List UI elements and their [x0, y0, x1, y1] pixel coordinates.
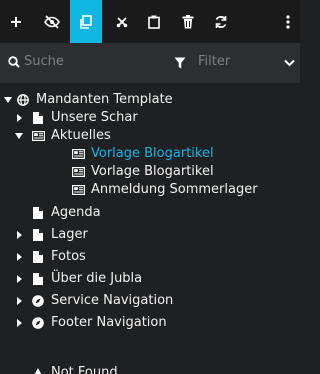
delete-icon — [182, 14, 194, 28]
tree-label: Agenda — [51, 205, 101, 220]
copy-button[interactable] — [70, 0, 102, 43]
hide-button[interactable] — [36, 0, 68, 43]
search-field[interactable]: Suche — [0, 43, 160, 83]
search-placeholder: Suche — [24, 54, 64, 69]
filter-icon — [174, 57, 186, 69]
delete-button[interactable] — [172, 0, 204, 43]
refresh-icon — [215, 15, 227, 28]
more-button[interactable] — [276, 0, 300, 43]
tree-item-agenda[interactable]: Agenda — [0, 202, 300, 224]
page-tree: Mandanten Template Unsere Schar Aktuelle… — [0, 83, 300, 374]
tree-label: Not Found — [51, 365, 118, 374]
more-icon — [286, 14, 290, 29]
tree-item-fotos[interactable]: Fotos — [0, 246, 300, 268]
page-icon — [31, 224, 45, 246]
tree-item-ueber-die-jubla[interactable]: Über die Jubla — [0, 268, 300, 290]
tree-item-footer-navigation[interactable]: Footer Navigation — [0, 312, 300, 334]
tree-label: Service Navigation — [51, 293, 174, 308]
paste-icon — [148, 15, 160, 29]
news-icon — [71, 179, 85, 201]
cut-icon — [116, 16, 128, 27]
add-button[interactable] — [0, 0, 32, 43]
warning-icon — [31, 362, 45, 374]
hide-icon — [44, 14, 60, 29]
copy-icon — [80, 14, 92, 29]
add-icon — [11, 16, 21, 27]
page-icon — [31, 246, 45, 268]
chevron-right-icon[interactable] — [14, 312, 24, 334]
chevron-right-icon[interactable] — [14, 246, 24, 268]
tree-item-lager[interactable]: Lager — [0, 224, 300, 246]
tree-label: Lager — [51, 227, 88, 242]
paste-button[interactable] — [138, 0, 170, 43]
filter-dropdown[interactable]: Filter — [160, 43, 300, 83]
chevron-right-icon[interactable] — [14, 224, 24, 246]
chevron-right-icon[interactable] — [14, 290, 24, 312]
tree-item-not-found[interactable]: Not Found — [0, 362, 300, 374]
tree-item-anmeldung-sommerlager[interactable]: Anmeldung Sommerlager — [0, 179, 300, 201]
page-icon — [31, 202, 45, 224]
tree-label: Über die Jubla — [51, 271, 143, 286]
tree-label: Fotos — [51, 249, 86, 264]
toolbar — [0, 0, 300, 43]
compass-icon — [31, 290, 45, 312]
search-icon — [8, 56, 20, 68]
tree-item-service-navigation[interactable]: Service Navigation — [0, 290, 300, 312]
chevron-right-icon[interactable] — [14, 268, 24, 290]
cut-button[interactable] — [106, 0, 138, 43]
search-filter-bar: Suche Filter — [0, 43, 300, 83]
tree-label: Footer Navigation — [51, 315, 167, 330]
page-icon — [31, 268, 45, 290]
chevron-down-icon — [284, 59, 295, 67]
filter-label: Filter — [198, 54, 231, 69]
tree-label: Anmeldung Sommerlager — [91, 182, 258, 197]
compass-icon — [31, 312, 45, 334]
page-tree-panel: Suche Filter Mandanten Template Unsere S… — [0, 0, 300, 374]
refresh-button[interactable] — [205, 0, 237, 43]
